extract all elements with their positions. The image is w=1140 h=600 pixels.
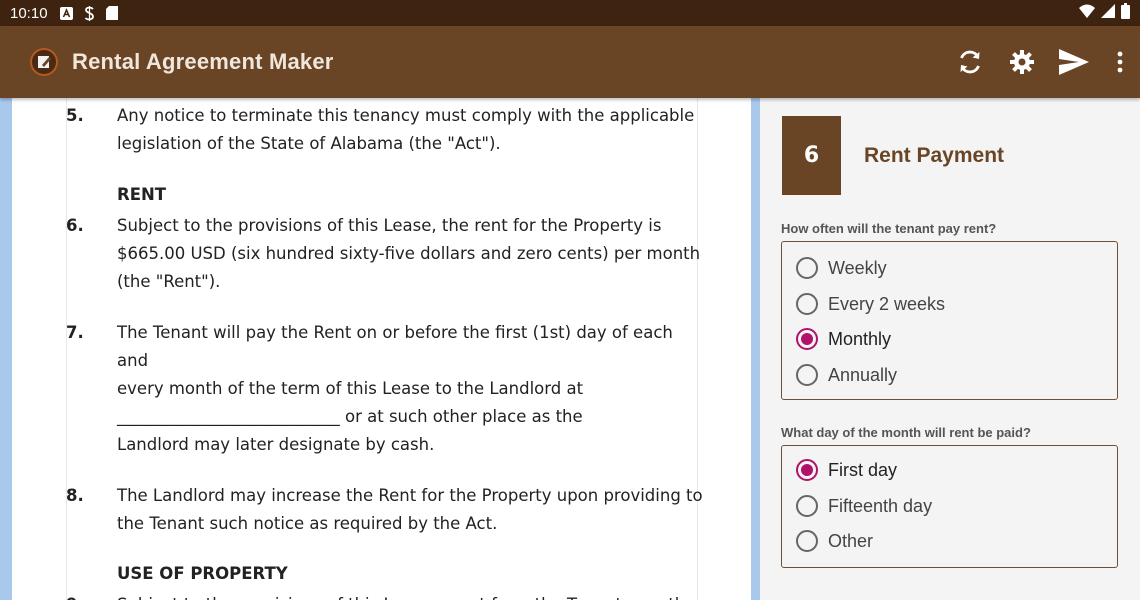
radio-button-selected[interactable] bbox=[796, 328, 818, 350]
radio-button[interactable] bbox=[796, 530, 818, 552]
refresh-icon bbox=[960, 50, 980, 74]
step-title: Rent Payment bbox=[864, 144, 1005, 167]
clause-number: 7. bbox=[66, 323, 84, 342]
app-title: Rental Agreement Maker bbox=[72, 49, 334, 74]
refresh-button[interactable] bbox=[944, 36, 996, 88]
radio-option-other[interactable]: Other bbox=[796, 529, 873, 553]
form-panel: 6 Rent Payment How often will the tenant… bbox=[760, 98, 1140, 600]
status-time: 10:10 bbox=[10, 4, 48, 22]
radio-button[interactable] bbox=[796, 364, 818, 386]
clause-5: 5. Any notice to terminate this tenancy … bbox=[66, 102, 706, 158]
radio-button[interactable] bbox=[796, 293, 818, 315]
app-logo-icon bbox=[30, 48, 58, 76]
a-square-icon bbox=[59, 6, 73, 20]
clause-number: 8. bbox=[66, 486, 84, 505]
radio-option-monthly[interactable]: Monthly bbox=[796, 327, 891, 351]
status-bar: 10:10 bbox=[0, 0, 1140, 26]
send-icon bbox=[1059, 49, 1089, 75]
signal-icon bbox=[1101, 4, 1115, 22]
clause-number: 9. bbox=[66, 591, 117, 600]
wifi-icon bbox=[1079, 4, 1095, 22]
document-preview[interactable]: 5. Any notice to terminate this tenancy … bbox=[0, 98, 760, 600]
rent-day-question: What day of the month will rent be paid? bbox=[781, 425, 1031, 440]
radio-button-selected[interactable] bbox=[796, 459, 818, 481]
clause-7: 7. The Tenant will pay the Rent on or be… bbox=[66, 319, 706, 459]
more-vert-icon bbox=[1117, 51, 1123, 73]
pane-divider bbox=[751, 98, 760, 600]
s-icon bbox=[83, 5, 96, 21]
radio-option-fifteenth-day[interactable]: Fifteenth day bbox=[796, 494, 932, 518]
radio-option-first-day[interactable]: First day bbox=[796, 458, 897, 482]
step-number-badge: 6 bbox=[782, 116, 841, 195]
section-heading-rent: RENT bbox=[117, 185, 167, 204]
frequency-options-group: Weekly Every 2 weeks Monthly Annually bbox=[781, 241, 1118, 400]
radio-button[interactable] bbox=[796, 495, 818, 517]
frequency-question: How often will the tenant pay rent? bbox=[781, 221, 997, 236]
clause-9: 9. Subject to the provisions of this Lea… bbox=[66, 591, 706, 600]
clause-number: 6. bbox=[66, 216, 84, 235]
clause-number: 5. bbox=[66, 106, 84, 125]
clause-text: Any notice to terminate this tenancy mus… bbox=[117, 106, 695, 153]
agreement-text: 5. Any notice to terminate this tenancy … bbox=[66, 102, 706, 600]
clause-text: The Landlord may increase the Rent for t… bbox=[117, 486, 703, 533]
option-label: Every 2 weeks bbox=[828, 293, 946, 314]
clause-6: 6. Subject to the provisions of this Lea… bbox=[66, 212, 706, 296]
rent-day-options-group: First day Fifteenth day Other bbox=[781, 445, 1118, 568]
sd-card-icon bbox=[105, 6, 118, 20]
app-bar: Rental Agreement Maker bbox=[0, 26, 1140, 98]
clause-8: 8. The Landlord may increase the Rent fo… bbox=[66, 482, 706, 538]
radio-option-annually[interactable]: Annually bbox=[796, 363, 897, 387]
option-label: Other bbox=[828, 530, 874, 551]
option-label: Fifteenth day bbox=[828, 495, 933, 516]
clause-text: Subject to the provisions of this Lease,… bbox=[117, 216, 701, 291]
more-options-button[interactable] bbox=[1100, 36, 1140, 88]
option-label: Monthly bbox=[828, 328, 892, 349]
clause-text: The Tenant will pay the Rent on or befor… bbox=[117, 323, 673, 454]
option-label: Annually bbox=[828, 364, 898, 385]
radio-option-weekly[interactable]: Weekly bbox=[796, 256, 887, 280]
section-heading-use-of-property: USE OF PROPERTY bbox=[117, 564, 288, 583]
settings-gear-icon bbox=[1010, 50, 1034, 74]
option-label: First day bbox=[828, 459, 898, 480]
left-margin-stripe bbox=[0, 98, 12, 600]
clause-text: Subject to the provisions of this Lease,… bbox=[117, 591, 703, 600]
radio-button[interactable] bbox=[796, 257, 818, 279]
send-button[interactable] bbox=[1048, 36, 1100, 88]
settings-button[interactable] bbox=[996, 36, 1048, 88]
battery-icon bbox=[1121, 3, 1130, 23]
option-label: Weekly bbox=[828, 257, 887, 278]
radio-option-every-2-weeks[interactable]: Every 2 weeks bbox=[796, 292, 945, 316]
